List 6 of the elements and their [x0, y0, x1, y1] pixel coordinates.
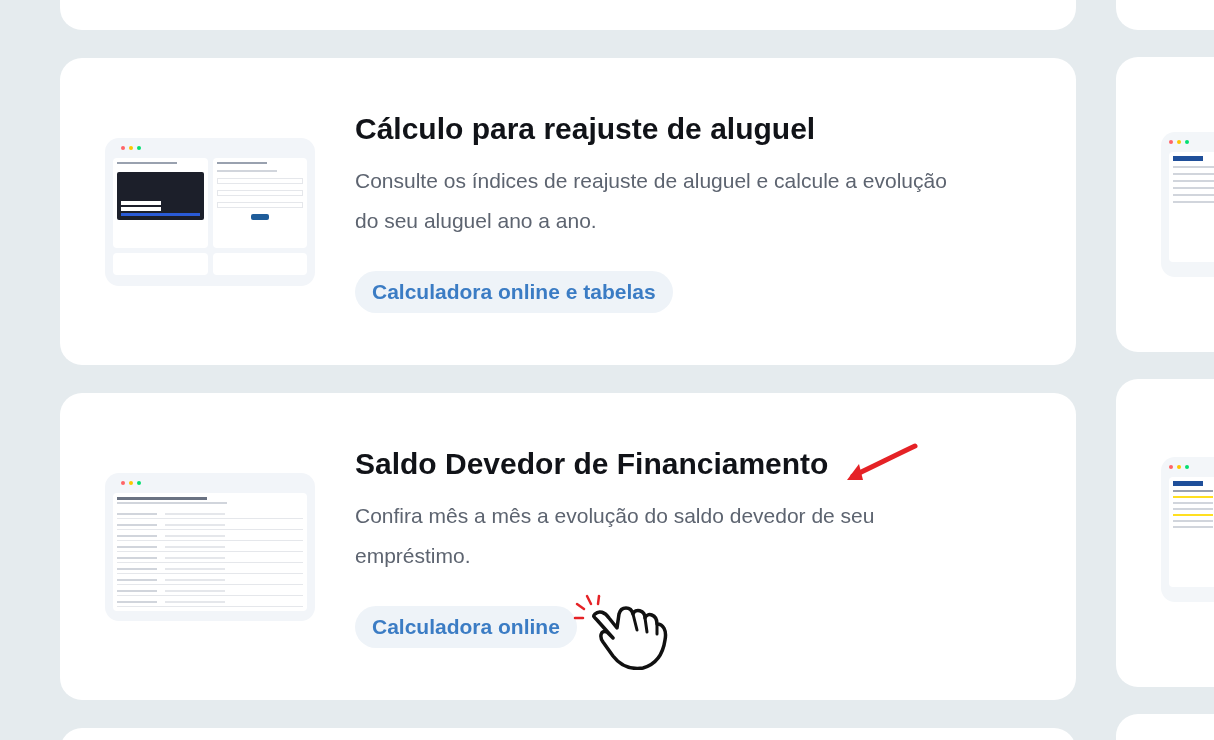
card-title: Saldo Devedor de Financiamento [355, 445, 829, 482]
category-link[interactable]: Calculadora online e tabelas [355, 270, 673, 313]
card-description: Confira mês a mês a evolução do saldo devedor de seu empréstimo. [355, 502, 876, 569]
card-title: Cálculo para reajuste de aluguel [355, 110, 816, 147]
category-link[interactable]: Calculadora online [355, 605, 577, 648]
card-description: Consulte os índices de reajuste de aluguel e calcule a evolução do seu aluguel ano a ano. [355, 167, 948, 234]
